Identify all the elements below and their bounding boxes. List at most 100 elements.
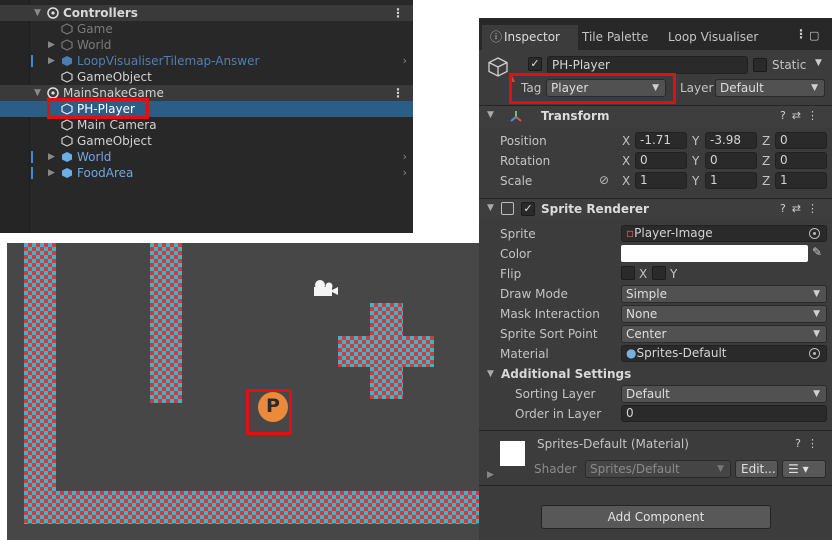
expand-arrow-icon[interactable]: ▶ xyxy=(48,53,55,69)
hierarchy-item-gameobject-2[interactable]: GameObject xyxy=(0,133,413,149)
highlight-box xyxy=(246,389,292,435)
chevron-right-icon[interactable]: › xyxy=(403,53,407,69)
object-picker-icon[interactable] xyxy=(809,228,820,239)
material-preview xyxy=(500,441,525,466)
eyedropper-icon[interactable]: ✎ xyxy=(812,245,822,259)
draw-mode-dropdown[interactable]: Simple ▼ xyxy=(621,285,827,303)
static-dropdown-icon[interactable]: ▼ xyxy=(815,58,822,68)
tile-wall-left xyxy=(24,243,56,498)
expand-arrow-icon[interactable]: ▶ xyxy=(48,149,55,165)
sprite-value: Player-Image xyxy=(634,226,713,240)
tab-label: Loop Visualiser xyxy=(668,30,759,44)
inspector-panel: Inspector ⓘ Tile Palette Loop Visualiser… xyxy=(479,18,832,540)
collapse-arrow-icon[interactable]: ▼ xyxy=(34,85,41,101)
scale-x-field[interactable]: 1 xyxy=(635,172,687,189)
hierarchy-item-loopvisualiser[interactable]: ▶ LoopVisualiserTilemap-Answer › xyxy=(0,53,413,69)
gameobject-icon xyxy=(61,23,73,35)
collapse-arrow-icon[interactable]: ▼ xyxy=(34,5,41,21)
scale-z-field[interactable]: 1 xyxy=(775,172,827,189)
scale-z-value: 1 xyxy=(780,173,788,187)
position-x-value: -1.71 xyxy=(640,133,672,147)
position-x-field[interactable]: -1.71 xyxy=(635,132,687,149)
inspector-tab-bar: Inspector ⓘ Tile Palette Loop Visualiser… xyxy=(479,18,832,50)
chevron-right-icon[interactable]: › xyxy=(403,165,407,181)
layer-dropdown[interactable]: Default ▼ xyxy=(715,79,825,97)
chevron-right-icon[interactable]: › xyxy=(403,149,407,165)
lock-icon[interactable]: ▢ xyxy=(809,29,819,42)
shader-label: Shader xyxy=(534,462,577,476)
sprite-renderer-enabled-checkbox[interactable]: ✓ xyxy=(521,202,535,216)
hierarchy-item-foodarea[interactable]: ▶ FoodArea › xyxy=(0,165,413,181)
sorting-layer-dropdown[interactable]: Default ▼ xyxy=(621,385,827,403)
hierarchy-item-gameobject[interactable]: GameObject xyxy=(0,69,413,85)
material-menu-icons[interactable]: ?⋮ xyxy=(795,437,824,450)
link-icon[interactable]: ⊘ xyxy=(599,173,609,187)
tab-tile-palette[interactable]: Tile Palette xyxy=(575,25,655,50)
collapse-arrow-icon[interactable]: ▼ xyxy=(487,110,494,120)
transform-header[interactable]: ▼ Transform ?⇄⋮ xyxy=(479,105,832,127)
expand-arrow-icon[interactable]: ▶ xyxy=(48,37,55,53)
hierarchy-scene-controllers[interactable]: ▼ Controllers ⋮ xyxy=(0,5,413,21)
rotation-y-field[interactable]: 0 xyxy=(705,152,757,169)
layer-label: Layer xyxy=(680,81,714,95)
component-menu-icons[interactable]: ?⇄⋮ xyxy=(780,202,824,215)
expand-arrow-icon[interactable]: ▶ xyxy=(487,470,494,480)
material-label: Material xyxy=(500,347,549,361)
transform-title: Transform xyxy=(541,109,610,123)
camera-icon xyxy=(314,280,338,296)
hierarchy-item-main-camera[interactable]: Main Camera xyxy=(0,117,413,133)
axis-z-label: Z xyxy=(762,154,771,168)
flip-y-label: Y xyxy=(670,267,678,281)
edit-shader-button[interactable]: Edit... xyxy=(735,460,778,478)
tab-loop-visualiser[interactable]: Loop Visualiser xyxy=(661,25,765,50)
sprite-sort-point-dropdown[interactable]: Center ▼ xyxy=(621,325,827,343)
hierarchy-label: Main Camera xyxy=(77,118,157,132)
sorting-layer-value: Default xyxy=(626,387,670,401)
scale-label: Scale xyxy=(500,174,533,188)
material-field[interactable]: ●Sprites-Default xyxy=(621,345,827,362)
scene-menu-icon[interactable]: ⋮ xyxy=(392,5,404,21)
collapse-arrow-icon[interactable]: ▼ xyxy=(487,203,494,213)
active-checkbox[interactable]: ✓ xyxy=(528,57,542,71)
object-picker-icon[interactable] xyxy=(809,348,820,359)
rotation-x-field[interactable]: 0 xyxy=(635,152,687,169)
tab-label: Tile Palette xyxy=(582,30,649,44)
hierarchy-item-world[interactable]: ▶ World xyxy=(0,37,413,53)
position-y-field[interactable]: -3.98 xyxy=(705,132,757,149)
add-component-button[interactable]: Add Component xyxy=(541,505,771,529)
scale-y-field[interactable]: 1 xyxy=(705,172,757,189)
hierarchy-label: World xyxy=(77,38,112,52)
chevron-down-icon: ▼ xyxy=(813,289,820,299)
object-name-field[interactable]: PH-Player xyxy=(547,56,748,74)
list-icon: ☰ ▾ xyxy=(788,462,809,476)
sprite-field[interactable]: ▫Player-Image xyxy=(621,225,827,242)
shader-options-button[interactable]: ☰ ▾ xyxy=(782,460,826,478)
color-swatch[interactable] xyxy=(621,245,808,262)
flip-y-checkbox[interactable] xyxy=(652,266,666,280)
mask-interaction-dropdown[interactable]: None ▼ xyxy=(621,305,827,323)
component-menu-icons[interactable]: ?⇄⋮ xyxy=(780,109,824,122)
gameobject-icon xyxy=(61,39,73,51)
scene-menu-icon[interactable]: ⋮ xyxy=(392,85,404,101)
sprite-renderer-header[interactable]: ▼ ✓ Sprite Renderer ?⇄⋮ xyxy=(479,198,832,220)
flip-x-checkbox[interactable] xyxy=(621,266,635,280)
hierarchy-label: Game xyxy=(77,22,113,36)
hierarchy-item-world-prefab[interactable]: ▶ World › xyxy=(0,149,413,165)
collapse-arrow-icon[interactable]: ▼ xyxy=(487,369,494,379)
hierarchy-label: GameObject xyxy=(77,70,152,84)
tab-menu-icon[interactable]: ⋮ xyxy=(795,27,807,41)
scene-view[interactable]: P xyxy=(7,243,479,540)
static-checkbox[interactable] xyxy=(753,58,767,72)
order-in-layer-field[interactable]: 0 xyxy=(621,405,827,422)
shader-dropdown[interactable]: Sprites/Default ▼ xyxy=(585,460,731,478)
rotation-z-field[interactable]: 0 xyxy=(775,152,827,169)
expand-arrow-icon[interactable]: ▶ xyxy=(48,165,55,181)
chevron-down-icon: ▼ xyxy=(717,464,724,474)
hierarchy-item-game[interactable]: Game xyxy=(0,21,413,37)
tile-wall-center xyxy=(150,243,182,403)
position-z-field[interactable]: 0 xyxy=(775,132,827,149)
sprite-sort-point-value: Center xyxy=(626,327,667,341)
color-label: Color xyxy=(500,247,532,261)
hierarchy-label: FoodArea xyxy=(77,166,134,180)
edit-shader-label: Edit... xyxy=(741,462,776,476)
